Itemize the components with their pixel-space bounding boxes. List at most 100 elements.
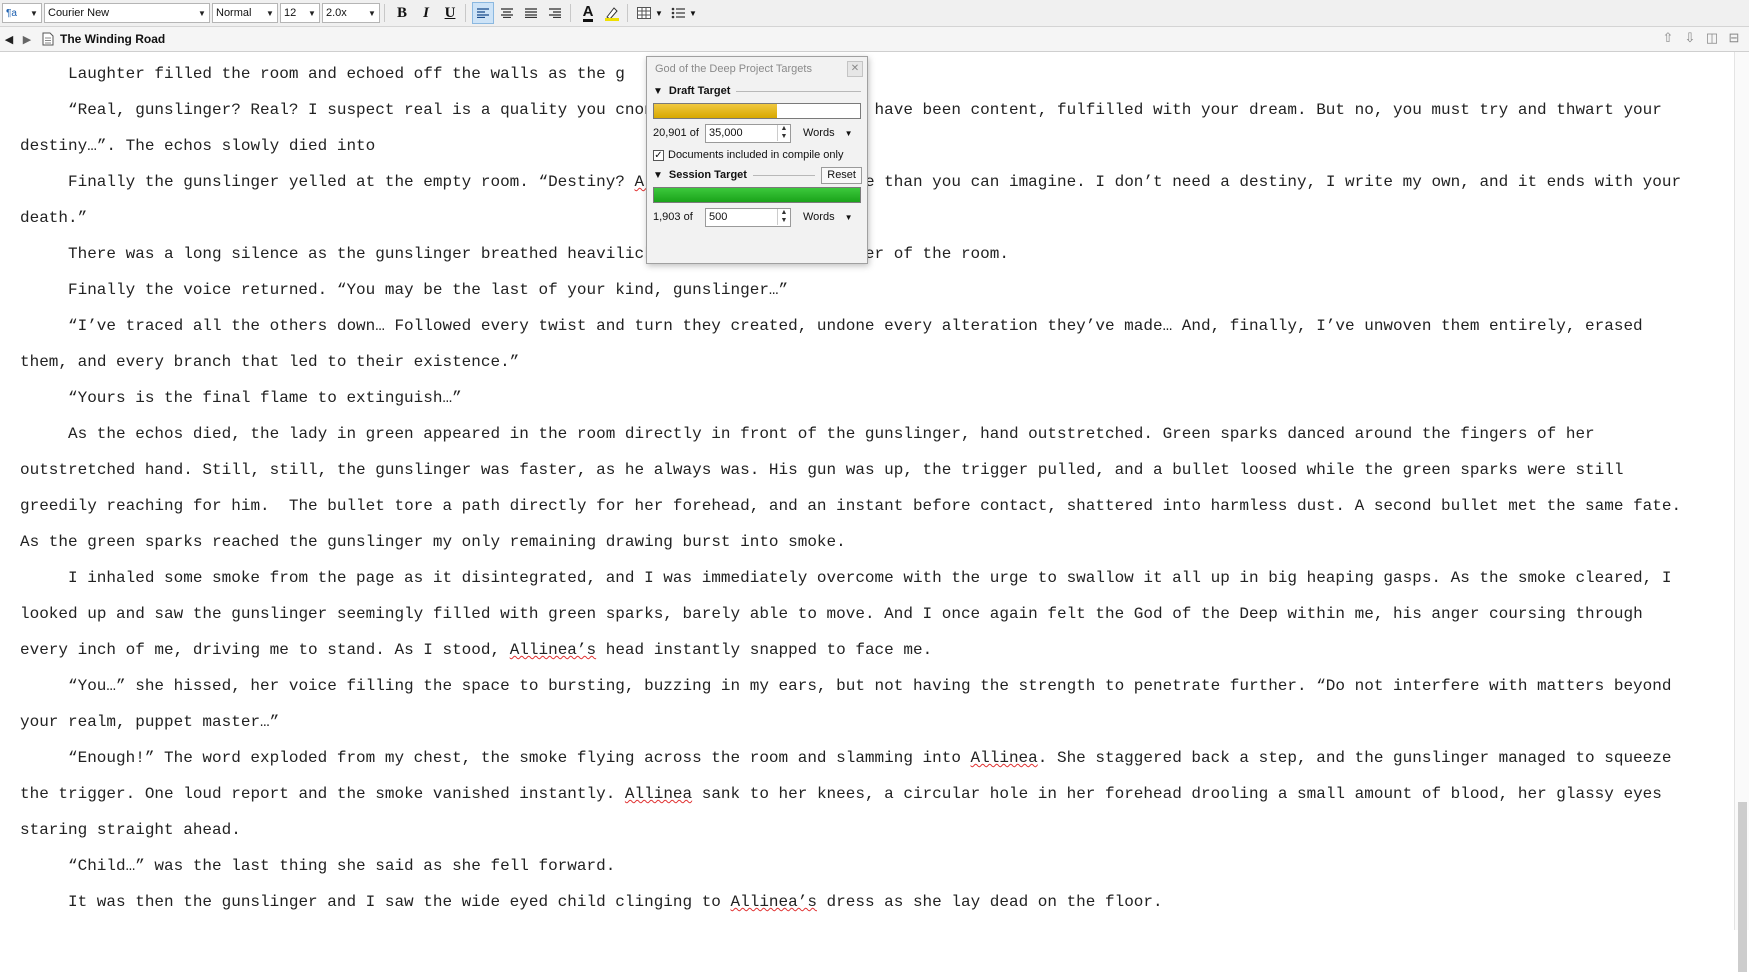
vertical-scrollbar[interactable] — [1734, 52, 1749, 972]
bold-button[interactable]: B — [391, 2, 413, 24]
draft-unit-value: Words — [803, 127, 835, 139]
paragraph: “Yours is the final flame to extinguish…… — [68, 389, 462, 407]
list-button[interactable]: ▼ — [668, 2, 700, 24]
toolbar-divider — [627, 4, 628, 22]
forward-arrow-icon[interactable]: ▶ — [18, 33, 36, 46]
underline-icon: U — [444, 4, 456, 21]
bullet-list-icon — [671, 7, 686, 19]
draft-target-input[interactable]: 35,000 ▲ ▼ — [705, 123, 791, 143]
chevron-down-icon: ▼ — [844, 212, 853, 222]
split-horizontal-icon[interactable]: ⊟ — [1723, 30, 1745, 46]
table-button[interactable]: ▼ — [634, 2, 666, 24]
session-unit-dropdown[interactable]: Words ▼ — [803, 211, 853, 223]
underline-button[interactable]: U — [439, 2, 461, 24]
align-right-icon — [549, 8, 561, 18]
chevron-down-icon: ▼ — [655, 8, 663, 18]
paragraph: It was then the gunslinger and I saw the… — [68, 893, 1163, 911]
reset-button[interactable]: Reset — [821, 166, 862, 184]
session-target-label: Session Target — [668, 169, 747, 181]
align-center-icon — [501, 8, 513, 18]
toolbar-divider — [465, 4, 466, 22]
table-icon — [637, 7, 652, 19]
paragraph: Finally the voice returned. “You may be … — [68, 281, 789, 299]
document-title: The Winding Road — [60, 32, 166, 46]
align-left-button[interactable] — [472, 2, 494, 24]
session-target-row: 1,903 of 500 ▲ ▼ Words ▼ — [647, 205, 867, 229]
misspelled-word[interactable]: Allinea — [625, 785, 692, 803]
paragraph: “Child…” was the last thing she said as … — [68, 857, 616, 875]
paragraph: As the echos died, the lady in green app… — [20, 425, 1691, 551]
paragraph: “I’ve traced all the others down… Follow… — [20, 317, 1653, 371]
draft-target-label: Draft Target — [668, 85, 731, 97]
paragraph: I inhaled some smoke from the page as it… — [20, 569, 1682, 659]
chevron-down-icon: ▼ — [308, 8, 316, 18]
align-justify-button[interactable] — [520, 2, 542, 24]
highlighter-icon — [605, 7, 619, 21]
font-family-dropdown[interactable]: Courier New ▼ — [44, 3, 210, 23]
next-document-icon[interactable]: ⇩ — [1679, 30, 1701, 46]
chevron-down-icon: ▼ — [368, 8, 376, 18]
line-spacing-value: 2.0x — [326, 7, 347, 19]
chevron-down-icon: ▼ — [30, 8, 38, 18]
panel-title: God of the Deep Project Targets — [655, 63, 812, 75]
divider — [752, 174, 816, 176]
header-actions: ⇧ ⇩ ◫ ⊟ — [1657, 30, 1745, 46]
compile-only-option[interactable]: ✓ Documents included in compile only — [647, 145, 867, 165]
stepper-arrows-icon[interactable]: ▲ ▼ — [777, 125, 790, 141]
text-color-icon: A — [582, 2, 594, 22]
chevron-down-icon: ▼ — [266, 8, 274, 18]
font-family-value: Courier New — [48, 7, 110, 19]
chevron-down-icon: ▼ — [198, 8, 206, 18]
paragraph-style-value: Normal — [216, 7, 252, 19]
text-color-button[interactable]: A — [577, 2, 599, 24]
format-bar: ¶a ▼ Courier New ▼ Normal ▼ 12 ▼ 2.0x ▼ … — [0, 0, 1749, 27]
document-icon — [42, 32, 54, 46]
editor-header-bar: ◀ ▶ The Winding Road ⇧ ⇩ ◫ ⊟ — [0, 27, 1749, 52]
close-button[interactable]: ✕ — [847, 61, 863, 77]
align-center-button[interactable] — [496, 2, 518, 24]
style-presets-dropdown[interactable]: ¶a ▼ — [2, 3, 42, 23]
stepper-arrows-icon[interactable]: ▲ ▼ — [777, 209, 790, 225]
draft-unit-dropdown[interactable]: Words ▼ — [803, 127, 853, 139]
misspelled-word[interactable]: Allinea — [971, 749, 1038, 767]
previous-document-icon[interactable]: ⇧ — [1657, 30, 1679, 46]
draft-progress-bar — [653, 103, 861, 119]
paragraph-style-dropdown[interactable]: Normal ▼ — [212, 3, 278, 23]
divider — [736, 90, 861, 92]
highlight-button[interactable] — [601, 2, 623, 24]
session-target-value: 500 — [709, 211, 728, 223]
align-justify-icon — [525, 8, 537, 18]
disclosure-triangle-icon: ▼ — [653, 169, 663, 181]
paragraph: “Enough!” The word exploded from my ches… — [20, 749, 1682, 839]
compile-only-checkbox[interactable]: ✓ — [653, 149, 664, 161]
paragraph: “You…” she hissed, her voice filling the… — [20, 677, 1682, 731]
align-right-button[interactable] — [544, 2, 566, 24]
draft-target-header[interactable]: ▼ Draft Target — [647, 81, 867, 101]
line-spacing-dropdown[interactable]: 2.0x ▼ — [322, 3, 380, 23]
session-target-input[interactable]: 500 ▲ ▼ — [705, 207, 791, 227]
misspelled-word[interactable]: Allinea’s — [731, 893, 817, 911]
compile-only-label: Documents included in compile only — [668, 149, 844, 161]
chevron-down-icon: ▼ — [689, 8, 697, 18]
close-icon: ✕ — [850, 63, 860, 74]
toolbar-divider — [384, 4, 385, 22]
back-arrow-icon[interactable]: ◀ — [0, 33, 18, 46]
draft-target-value: 35,000 — [709, 127, 743, 139]
misspelled-word[interactable]: Allinea’s — [510, 641, 596, 659]
draft-word-count: 20,901 of — [653, 127, 699, 139]
italic-button[interactable]: I — [415, 2, 437, 24]
font-size-value: 12 — [284, 7, 297, 19]
session-unit-value: Words — [803, 211, 835, 223]
session-progress-fill — [654, 188, 860, 202]
session-target-header[interactable]: ▼ Session Target Reset — [647, 165, 867, 185]
session-progress-bar — [653, 187, 861, 203]
scrollbar-thumb[interactable] — [1738, 802, 1747, 972]
draft-target-row: 20,901 of 35,000 ▲ ▼ Words ▼ — [647, 121, 867, 145]
font-size-dropdown[interactable]: 12 ▼ — [280, 3, 320, 23]
disclosure-triangle-icon: ▼ — [653, 85, 663, 97]
align-left-icon — [477, 8, 489, 18]
session-word-count: 1,903 of — [653, 211, 693, 223]
chevron-down-icon: ▼ — [844, 128, 853, 138]
toolbar-divider — [570, 4, 571, 22]
split-view-icon[interactable]: ◫ — [1701, 30, 1723, 46]
